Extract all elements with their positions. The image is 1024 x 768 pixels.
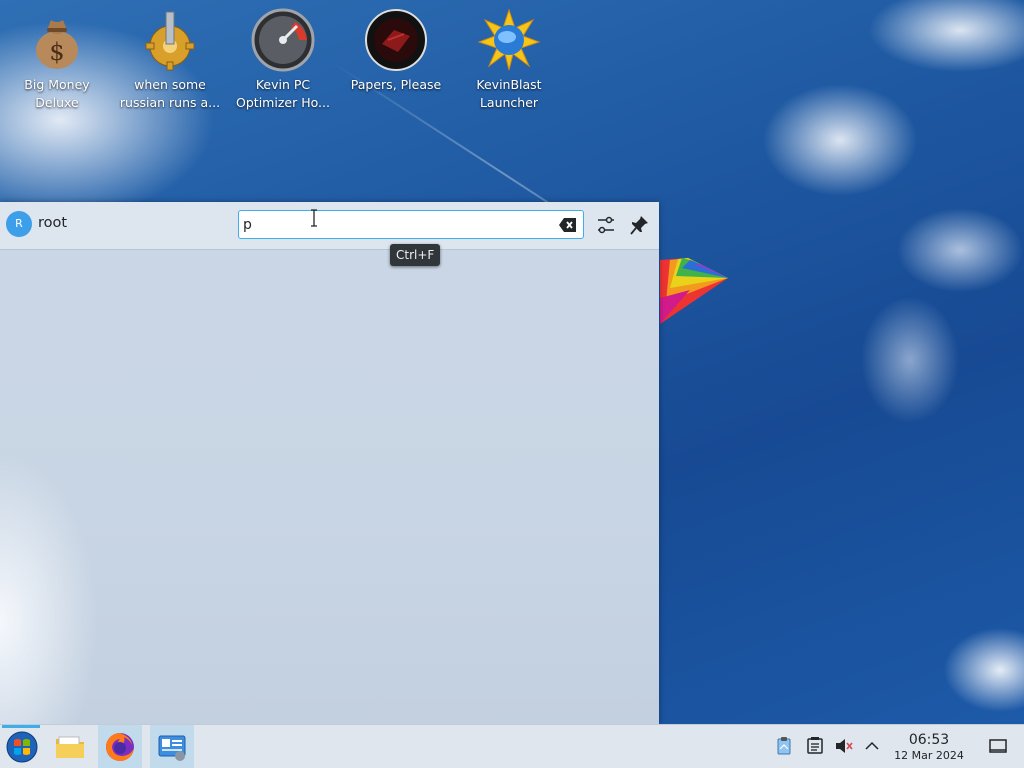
desktop-icon-papers-please[interactable]: Papers, Please <box>344 8 448 94</box>
launcher-header: R root <box>0 202 659 250</box>
application-launcher: R root <box>0 202 659 724</box>
pin-icon[interactable] <box>630 214 650 236</box>
clock-date[interactable]: 12 Mar 2024 <box>886 749 972 762</box>
configure-filter-icon[interactable] <box>596 214 616 236</box>
desktop-icon-label: Kevin PC Optimizer Ho... <box>236 77 330 110</box>
desktop-icon-kevinblast[interactable]: KevinBlast Launcher <box>457 8 561 112</box>
clipboard-icon[interactable] <box>775 737 793 755</box>
firefox-icon <box>106 733 134 761</box>
firefox-button[interactable] <box>98 725 142 768</box>
active-indicator <box>2 725 40 728</box>
notes-icon[interactable] <box>806 737 824 755</box>
clear-search-icon[interactable] <box>559 217 577 233</box>
user-name: root <box>38 215 68 231</box>
search-box[interactable] <box>238 210 584 239</box>
file-manager-icon <box>56 736 84 758</box>
user-avatar[interactable]: R <box>6 211 32 237</box>
desktop-icon-big-money[interactable]: $ Big Money Deluxe <box>5 8 109 112</box>
show-desktop-icon[interactable] <box>989 737 1007 755</box>
system-settings-icon <box>158 735 186 761</box>
start-menu-button[interactable] <box>0 725 44 768</box>
kite-image <box>660 258 728 324</box>
chevron-up-icon[interactable] <box>863 737 881 755</box>
desktop-icon-kevin-optimizer[interactable]: Kevin PC Optimizer Ho... <box>231 8 335 112</box>
search-shortcut-tooltip: Ctrl+F <box>390 244 441 266</box>
blast-launcher-icon <box>477 8 541 71</box>
desktop-icon-label: when some russian runs a... <box>119 77 221 110</box>
speedometer-icon <box>251 8 315 72</box>
desktop-icon-russian-runs[interactable]: when some russian runs a... <box>118 8 222 112</box>
volume-muted-icon[interactable] <box>835 737 853 755</box>
desktop-icon-label: KevinBlast Launcher <box>476 77 542 110</box>
text-cursor-icon <box>311 209 317 227</box>
search-input[interactable] <box>243 214 553 235</box>
desktop-icon-label: Papers, Please <box>350 77 442 92</box>
start-menu-icon <box>6 731 38 763</box>
money-bag-icon: $ <box>36 20 78 69</box>
desktop-icon-label: Big Money Deluxe <box>24 77 90 110</box>
papers-please-icon <box>365 9 427 71</box>
file-manager-button[interactable] <box>48 725 92 768</box>
taskbar: 06:53 12 Mar 2024 <box>0 724 1024 768</box>
clock-time[interactable]: 06:53 <box>890 732 968 748</box>
system-settings-button[interactable] <box>150 725 194 768</box>
svg-text:$: $ <box>49 38 64 66</box>
gear-icon <box>145 11 195 71</box>
